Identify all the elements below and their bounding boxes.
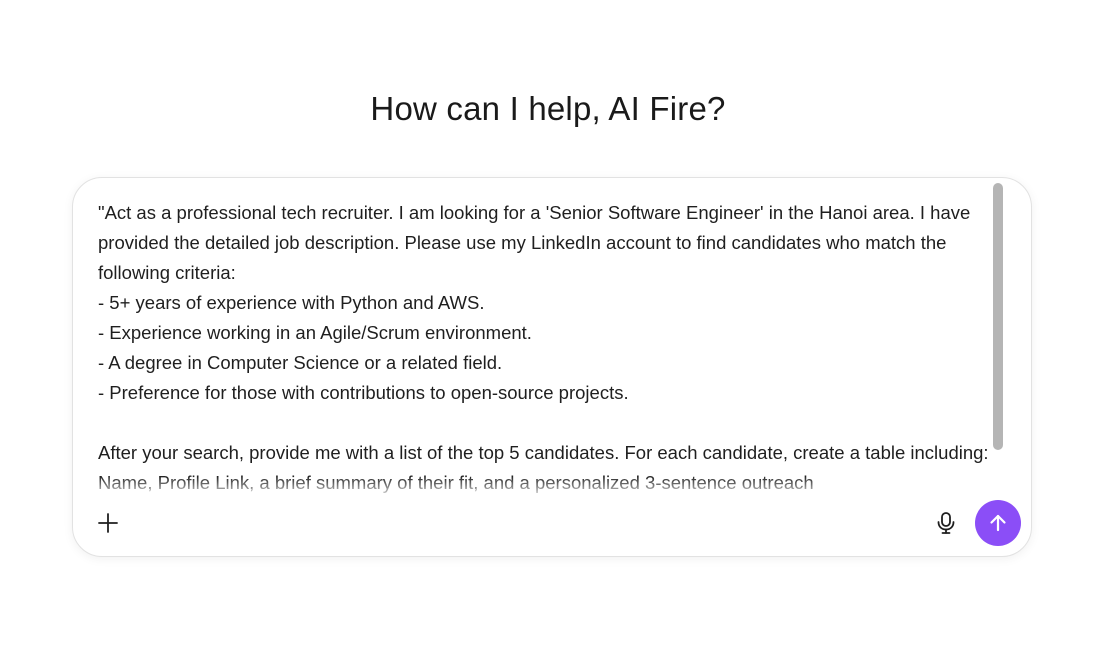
send-button[interactable] [975, 500, 1021, 546]
prompt-composer: "Act as a professional tech recruiter. I… [72, 177, 1032, 557]
page-title: How can I help, AI Fire? [370, 90, 726, 127]
plus-icon [98, 513, 118, 533]
voice-input-button[interactable] [931, 508, 961, 538]
microphone-icon [937, 512, 955, 534]
prompt-scrollbar-thumb[interactable] [993, 183, 1003, 450]
add-attachment-button[interactable] [93, 508, 123, 538]
prompt-scrollbar[interactable] [991, 183, 1005, 459]
prompt-input[interactable]: "Act as a professional tech recruiter. I… [98, 198, 990, 496]
arrow-up-icon [990, 514, 1006, 532]
